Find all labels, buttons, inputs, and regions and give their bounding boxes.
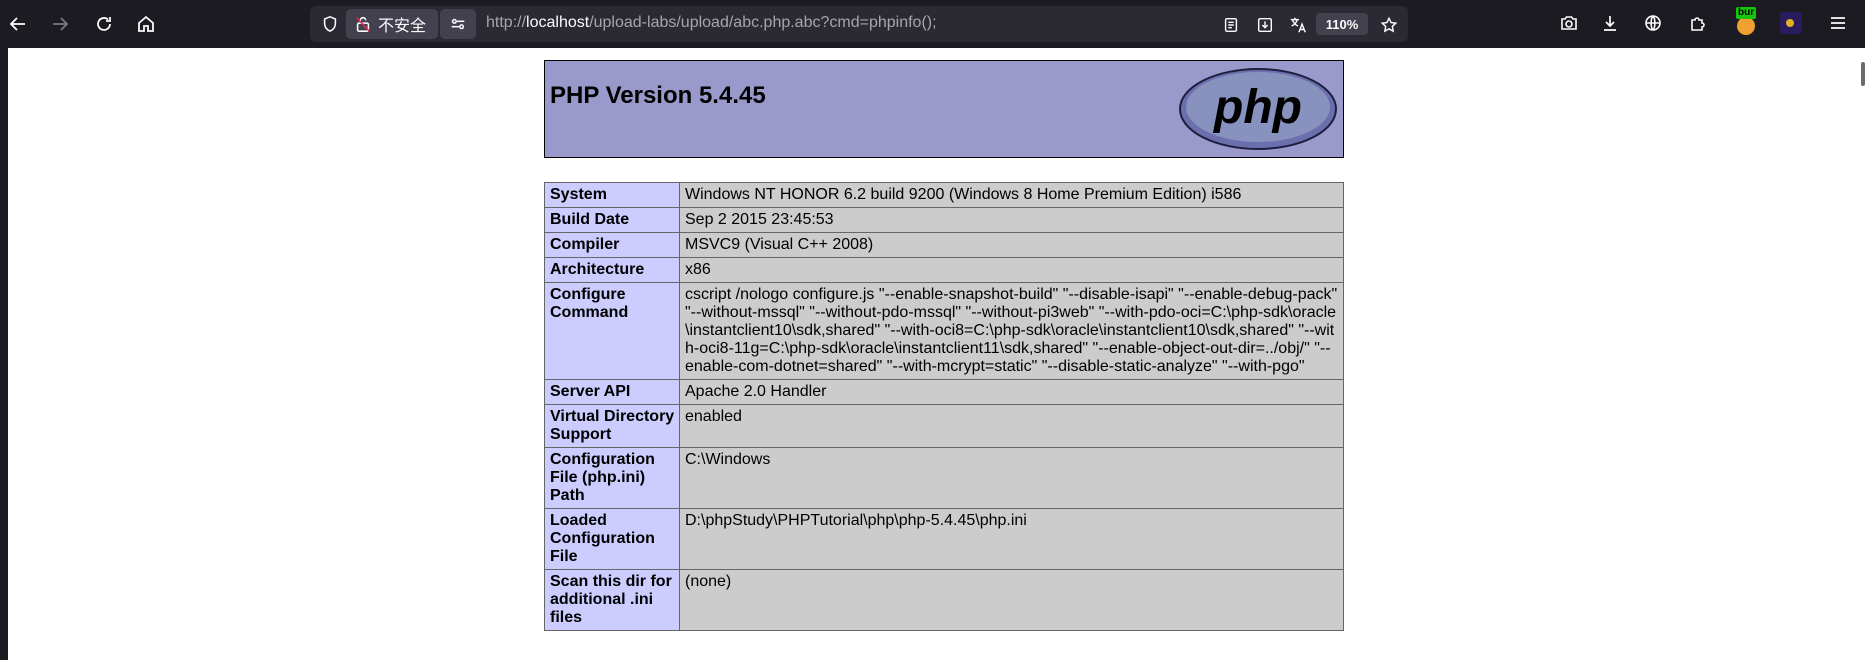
- star-icon: [1380, 16, 1398, 33]
- table-row: System Windows NT HONOR 6.2 build 9200 (W…: [544, 182, 1344, 208]
- table-row: Build Date Sep 2 2015 23:45:53: [544, 207, 1344, 233]
- row-value: MSVC9 (Visual C++ 2008): [679, 232, 1344, 258]
- row-value: Apache 2.0 Handler: [679, 379, 1344, 405]
- row-key: System: [544, 182, 680, 208]
- puzzle-icon: [1691, 17, 1705, 31]
- row-value: x86: [679, 257, 1344, 283]
- extensions-button[interactable]: [1685, 10, 1711, 36]
- save-page-icon: [1257, 17, 1273, 33]
- table-row: Architecture x86: [544, 257, 1344, 283]
- downloads-button[interactable]: [1597, 10, 1623, 36]
- row-value: enabled: [679, 404, 1344, 448]
- row-key: Loaded Configuration File: [544, 508, 680, 570]
- vpn-extension-button[interactable]: [1640, 10, 1666, 36]
- phpinfo-container: PHP Version 5.4.45 php System Windows NT …: [544, 60, 1344, 631]
- burp-extension-button[interactable]: bur: [1732, 7, 1760, 39]
- url-bar[interactable]: 不安全 http://localhost/upload-labs/upload/…: [310, 6, 1408, 42]
- row-key: Configure Command: [544, 282, 680, 380]
- php-version-header: PHP Version 5.4.45 php: [544, 60, 1344, 158]
- translate-icon: [1290, 17, 1306, 33]
- row-key: Compiler: [544, 232, 680, 258]
- burp-badge: bur: [1736, 7, 1757, 19]
- hamburger-icon: [1831, 17, 1845, 29]
- page-viewport: PHP Version 5.4.45 php System Windows NT …: [0, 48, 1865, 660]
- row-value: (none): [679, 569, 1344, 631]
- row-value: C:\Windows: [679, 447, 1344, 509]
- translate-button[interactable]: [1285, 12, 1311, 38]
- home-button[interactable]: [130, 8, 162, 40]
- app-menu-button[interactable]: [1825, 10, 1851, 36]
- arrow-right-icon: [53, 17, 69, 31]
- url-text[interactable]: http://localhost/upload-labs/upload/abc.…: [486, 14, 937, 32]
- zoom-level-button[interactable]: 110%: [1316, 13, 1368, 35]
- table-row: Configure Command cscript /nologo configu…: [544, 282, 1344, 380]
- row-value: cscript /nologo configure.js "--enable-s…: [679, 282, 1344, 380]
- table-row: Loaded Configuration File D:\phpStudy\PHP…: [544, 508, 1344, 570]
- purple-extension-button[interactable]: [1780, 12, 1802, 34]
- table-row: Scan this dir for additional .ini files(…: [544, 569, 1344, 631]
- row-key: Build Date: [544, 207, 680, 233]
- permissions-button[interactable]: [440, 9, 476, 39]
- row-value: D:\phpStudy\PHPTutorial\php\php-5.4.45\p…: [679, 508, 1344, 570]
- burp-icon: [1737, 17, 1755, 35]
- reload-icon: [97, 17, 111, 31]
- reload-button[interactable]: [88, 8, 120, 40]
- save-page-button[interactable]: [1252, 12, 1278, 38]
- row-key: Scan this dir for additional .ini files: [544, 569, 680, 631]
- screenshot-button[interactable]: [1556, 10, 1582, 36]
- bookmark-button[interactable]: [1376, 12, 1402, 38]
- scrollbar-thumb[interactable]: [1861, 62, 1865, 86]
- camera-icon: [1561, 16, 1577, 30]
- tracking-protection-button[interactable]: [318, 12, 342, 36]
- table-row: Compiler MSVC9 (Visual C++ 2008): [544, 232, 1344, 258]
- permissions-icon: [451, 18, 465, 30]
- row-value: Sep 2 2015 23:45:53: [679, 207, 1344, 233]
- php-logo: php: [1179, 68, 1337, 150]
- table-row: Server API Apache 2.0 Handler: [544, 379, 1344, 405]
- url-prefix: http://: [486, 14, 527, 31]
- site-security-button[interactable]: 不安全: [346, 9, 438, 39]
- forward-button[interactable]: [44, 8, 76, 40]
- row-key: Architecture: [544, 257, 680, 283]
- browser-toolbar: 不安全 http://localhost/upload-labs/upload/…: [0, 0, 1865, 48]
- php-version-title: PHP Version 5.4.45: [550, 82, 766, 109]
- download-icon: [1604, 16, 1616, 31]
- globe-icon: [1645, 15, 1661, 31]
- url-path: /upload-labs/upload/abc.php.abc?cmd=phpi…: [589, 14, 937, 31]
- php-info-table: System Windows NT HONOR 6.2 build 9200 (W…: [544, 182, 1344, 631]
- back-button[interactable]: [2, 8, 34, 40]
- security-label: 不安全: [378, 18, 427, 35]
- arrow-left-icon: [9, 17, 25, 31]
- home-icon: [138, 15, 154, 32]
- row-key: Server API: [544, 379, 680, 405]
- row-key: Virtual Directory Support: [544, 404, 680, 448]
- php-logo-text: php: [1212, 81, 1302, 134]
- row-key: Configuration File (php.ini) Path: [544, 447, 680, 509]
- reader-view-icon: [1224, 17, 1238, 33]
- reader-view-button[interactable]: [1218, 12, 1244, 38]
- lock-broken-icon: [356, 17, 370, 32]
- row-value: Windows NT HONOR 6.2 build 9200 (Windows…: [679, 182, 1344, 208]
- url-host: localhost: [526, 14, 590, 31]
- table-row: Virtual Directory Support enabled: [544, 404, 1344, 448]
- table-row: Configuration File (php.ini) Path C:\Wind…: [544, 447, 1344, 509]
- shield-icon: [323, 15, 337, 33]
